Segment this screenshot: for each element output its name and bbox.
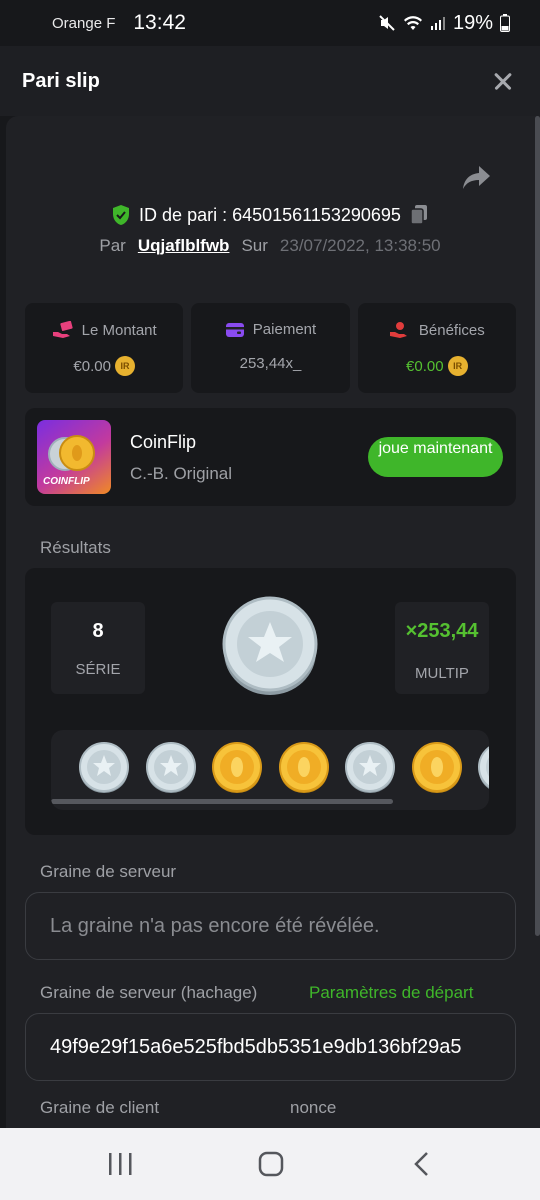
server-hash-field[interactable]: 49f9e29f15a6e525fbd5db5351e9db136bf29a5 [25, 1013, 516, 1081]
status-bar: Orange F 13:42 19% [0, 0, 540, 46]
gold-coin-icon [279, 742, 329, 793]
silver-coin-icon [345, 742, 395, 793]
bet-slip-panel[interactable]: ID de pari : 64501561153290695 Par Uqjaf… [6, 116, 540, 1128]
signal-icon [430, 17, 445, 30]
stat-payout-label: Paiement [252, 321, 317, 338]
bet-meta-row: Par Uqjaflblfwb Sur 23/07/2022, 13:38:50 [6, 236, 534, 256]
status-icons: 19% [378, 12, 510, 35]
stat-profit-value: €0.00 [406, 357, 444, 375]
clock: 13:42 [133, 11, 186, 34]
close-icon[interactable] [488, 66, 518, 96]
battery-icon [500, 14, 510, 32]
silver-coin-icon [478, 746, 489, 789]
seed-params-link[interactable]: Paramètres de départ [309, 983, 473, 1003]
shield-check-icon [113, 205, 130, 225]
money-hand-icon [52, 321, 73, 338]
profit-hand-icon [389, 322, 407, 338]
user-link[interactable]: Uqjaflblfwb [138, 236, 230, 256]
results-label: Résultats [40, 538, 111, 557]
recent-apps-icon[interactable] [100, 1148, 140, 1180]
stats-row: Le Montant €0.00 IR Paiement 253,44x_ Bé… [25, 303, 516, 393]
silver-coin-icon [146, 742, 196, 793]
results-card: 8 SÉRIE ×253,44 MULTIP [25, 568, 516, 835]
coin-icon: IR [114, 356, 135, 376]
stat-amount-label: Le Montant [81, 321, 157, 339]
multiplier-label: MULTIP [415, 665, 469, 682]
bet-id: ID de pari : 64501561153290695 [139, 204, 401, 225]
nonce-label: nonce [290, 1098, 337, 1117]
copy-icon[interactable] [409, 204, 429, 226]
on-label: Sur [241, 236, 268, 255]
stat-payout: Paiement 253,44x_ [191, 303, 350, 393]
multiplier-value: ×253,44 [405, 620, 479, 642]
bet-date: 23/07/2022, 13:38:50 [279, 236, 441, 255]
streak-value: 8 [92, 620, 104, 642]
system-nav-bar [0, 1128, 540, 1200]
streak-label: SÉRIE [75, 661, 121, 678]
share-icon[interactable] [462, 164, 492, 190]
thumb-label: COINFLIP [43, 476, 90, 487]
coin-history-strip[interactable] [51, 730, 489, 810]
mute-icon [379, 15, 395, 31]
stat-payout-value: 253,44x_ [239, 355, 302, 372]
multiplier-box: ×253,44 MULTIP [395, 602, 489, 694]
server-seed-field[interactable]: La graine n'a pas encore été révélée. [25, 892, 516, 960]
server-hash-label: Graine de serveur (hachage) [40, 983, 258, 1002]
client-seed-label: Graine de client [40, 1098, 160, 1117]
game-card: COINFLIP CoinFlip C.-B. Original joue ma… [25, 408, 516, 506]
modal-header: Pari slip [0, 46, 540, 116]
game-provider: C.-B. Original [130, 464, 233, 483]
scrollbar[interactable] [535, 116, 540, 936]
stat-profit: Bénéfices €0.00 IR [357, 303, 516, 393]
game-name: CoinFlip [130, 432, 197, 452]
wallet-icon [225, 322, 244, 337]
stat-amount: Le Montant €0.00 IR [25, 303, 184, 393]
server-seed-label: Graine de serveur [40, 862, 177, 881]
back-icon[interactable] [402, 1148, 442, 1180]
stat-profit-label: Bénéfices [418, 321, 485, 339]
play-now-button[interactable]: joue maintenant [368, 437, 503, 477]
battery-percent: 19% [452, 11, 493, 34]
modal-title: Pari slip [22, 69, 100, 92]
silver-coin-icon [222, 596, 318, 695]
streak-box: 8 SÉRIE [51, 602, 145, 694]
stat-amount-value: €0.00 [73, 357, 111, 375]
carrier-name: Orange F [52, 14, 116, 32]
strip-scrollbar[interactable] [51, 799, 393, 804]
game-thumbnail[interactable]: COINFLIP [37, 420, 111, 494]
silver-coin-icon [79, 742, 129, 793]
by-label: Par [99, 236, 126, 255]
bet-id-row: ID de pari : 64501561153290695 [6, 204, 534, 226]
wifi-icon [403, 16, 422, 30]
gold-coin-icon [212, 742, 262, 793]
coin-icon: IR [447, 356, 468, 376]
gold-coin-icon [412, 742, 462, 793]
home-icon[interactable] [251, 1148, 291, 1180]
